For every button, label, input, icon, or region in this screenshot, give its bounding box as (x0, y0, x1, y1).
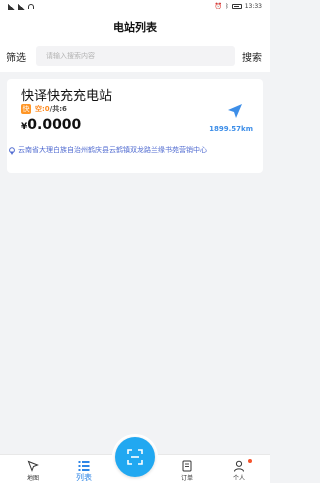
alarm-icon: ⏰ (214, 3, 223, 10)
scan-button[interactable] (112, 434, 158, 480)
signal-icon (18, 3, 25, 10)
tab-profile[interactable]: 个人 (219, 455, 259, 483)
status-bar: ⏰ ᛒ 13:33 (0, 0, 270, 13)
bluetooth-icon: ᛒ (225, 3, 229, 10)
status-time: 13:33 (244, 3, 262, 10)
order-icon (182, 460, 192, 472)
total-count: /共:6 (49, 105, 67, 113)
search-button[interactable]: 搜索 (242, 49, 262, 64)
page-title-bar: 电站列表 (0, 13, 270, 40)
list-icon (78, 461, 90, 471)
scan-icon (127, 449, 143, 465)
charger-availability: 快 空:0 /共:6 (21, 104, 67, 114)
filter-button[interactable]: 筛选 (6, 49, 32, 64)
station-address: 云南省大理白族自治州鹤庆县云鹤镇双龙路兰缘书苑营销中心 (18, 146, 207, 154)
price-value: 0.0000 (27, 117, 82, 133)
tab-orders[interactable]: 订单 (167, 455, 207, 483)
navigation-arrow-icon (27, 460, 39, 472)
tab-list[interactable]: 列表 (64, 455, 104, 483)
search-placeholder: 请输入搜索内容 (46, 52, 95, 60)
notification-dot (248, 459, 252, 463)
free-count: 空:0 (35, 105, 50, 113)
station-card[interactable]: 快译快充充电站 快 空:0 /共:6 ¥0.0000 1899.57km 云南省… (7, 79, 263, 173)
search-bar: 筛选 请输入搜索内容 搜索 (0, 40, 270, 72)
signal-icon (8, 3, 15, 10)
person-icon (234, 460, 244, 472)
search-input[interactable]: 请输入搜索内容 (36, 46, 235, 66)
fast-charge-badge: 快 (21, 104, 31, 114)
station-address-row: 云南省大理白族自治州鹤庆县云鹤镇双龙路兰缘书苑营销中心 (7, 145, 263, 156)
battery-icon (231, 4, 242, 9)
tab-map[interactable]: 地图 (13, 455, 53, 483)
navigation-arrow-icon[interactable] (227, 103, 243, 119)
tab-orders-label: 订单 (180, 475, 193, 482)
tab-profile-label: 个人 (232, 475, 245, 482)
tab-list-label: 列表 (76, 473, 92, 482)
location-pin-icon (9, 147, 15, 155)
station-distance: 1899.57km (209, 125, 253, 133)
page-title: 电站列表 (113, 20, 157, 34)
tab-map-label: 地图 (26, 475, 39, 482)
station-name: 快译快充充电站 (21, 89, 113, 104)
wifi-icon (28, 4, 34, 9)
price: ¥0.0000 (21, 117, 81, 133)
